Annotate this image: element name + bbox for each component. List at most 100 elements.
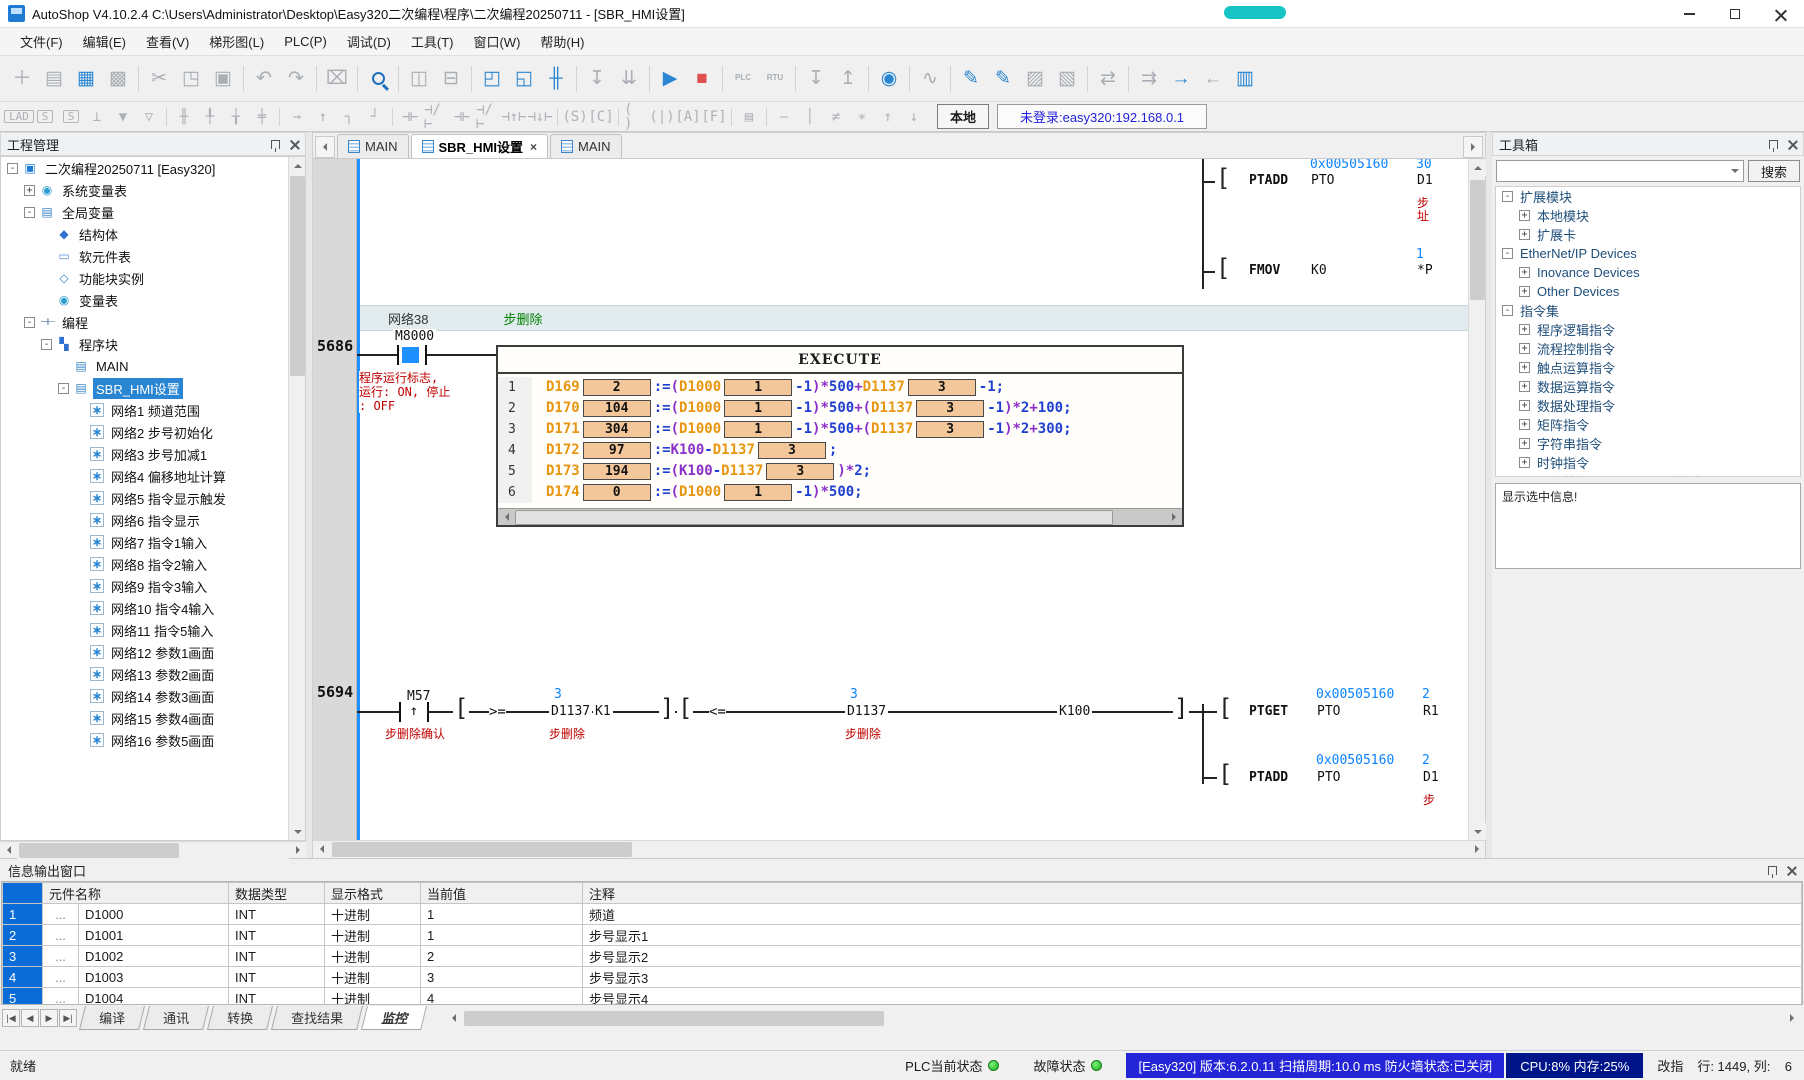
tree-item[interactable]: ∗网络3 步号加减1 [1, 443, 305, 465]
editor-tab[interactable]: SBR_HMI设置× [411, 134, 549, 158]
menu-item[interactable]: 查看(V) [136, 28, 199, 55]
tree-item[interactable]: ∗网络4 偏移地址计算 [1, 465, 305, 487]
contact-m57[interactable]: ↑ [399, 702, 429, 722]
tree-item[interactable]: ◇功能块实例 [1, 267, 305, 289]
tree-item[interactable]: +数据处理指令 [1496, 396, 1800, 415]
hline-del-button[interactable]: ≠ [823, 105, 849, 129]
live-value-box[interactable]: 304 [583, 421, 651, 438]
tree-item[interactable]: -扩展模块 [1496, 187, 1800, 206]
scroll-right-icon[interactable] [289, 842, 306, 859]
tree-item[interactable]: +流程控制指令 [1496, 339, 1800, 358]
close-button[interactable] [1758, 0, 1804, 28]
expand-toggle[interactable]: + [1519, 343, 1530, 354]
row-options-cell[interactable]: ... [43, 904, 79, 925]
expand-toggle[interactable]: - [7, 163, 18, 174]
tree-item[interactable]: +矩阵指令 [1496, 415, 1800, 434]
contact-label[interactable]: M8000 [393, 329, 436, 344]
tab-scroll-left-button[interactable] [315, 136, 335, 158]
expand-toggle[interactable]: + [1519, 229, 1530, 240]
editor-tab[interactable]: MAIN [550, 134, 622, 158]
func-instr-button[interactable]: [F] [701, 105, 727, 129]
expand-toggle[interactable]: + [1519, 400, 1530, 411]
expand-toggle[interactable]: - [58, 383, 69, 394]
live-value-box[interactable]: 0 [583, 484, 651, 501]
pin-icon[interactable] [1769, 140, 1778, 149]
operand[interactable]: PTO [1309, 173, 1336, 188]
scroll-down-icon[interactable] [289, 823, 306, 840]
align-vertical-button[interactable]: ⇉ [1133, 63, 1165, 95]
live-value-box[interactable]: 1 [724, 484, 792, 501]
row-options-cell[interactable]: ... [43, 988, 79, 1006]
login-status[interactable]: 未登录:easy320:192.168.0.1 [997, 104, 1207, 129]
scroll-left-icon[interactable] [498, 509, 515, 526]
tree-item[interactable]: +本地模块 [1496, 206, 1800, 225]
execute-hscrollbar[interactable] [498, 508, 1182, 525]
live-value-box[interactable]: 3 [766, 463, 834, 480]
local-mode-button[interactable]: 本地 [937, 104, 989, 129]
operand[interactable]: K100 [1057, 704, 1092, 719]
copy-button[interactable]: ◳ [175, 63, 207, 95]
tree-item[interactable]: ▤MAIN [1, 355, 305, 377]
new-file-button[interactable]: ＋ [6, 63, 38, 95]
table-row[interactable]: 2...D1001INT十进制1步号显示1 [3, 925, 1802, 946]
window-cascade-button[interactable]: ◰ [476, 63, 508, 95]
branch-merge-button[interactable]: ╪ [249, 105, 275, 129]
output-hscrollbar[interactable] [445, 1010, 1800, 1027]
expand-toggle[interactable]: + [1519, 457, 1530, 468]
pin-icon[interactable] [271, 140, 280, 149]
tree-item[interactable]: -▤全局变量 [1, 201, 305, 223]
instr-list-button[interactable]: ▤ [736, 105, 762, 129]
contact-m8000[interactable] [397, 345, 427, 365]
coil-inv-button[interactable]: (|) [649, 105, 675, 129]
editor-vscrollbar[interactable] [1468, 159, 1485, 840]
print-button[interactable]: ⊟ [435, 63, 467, 95]
tree-item[interactable]: +扩展卡 [1496, 225, 1800, 244]
output-tab[interactable]: 编译 [79, 1006, 145, 1030]
next-page-button[interactable]: ▶ [40, 1009, 58, 1027]
coil-counter-button[interactable]: [C] [588, 105, 614, 129]
operand[interactable]: D1137 [845, 704, 888, 719]
live-value-box[interactable]: 3 [916, 400, 984, 417]
row-delete-button[interactable]: ↓ [901, 105, 927, 129]
edit-monitor-button[interactable]: ✎ [987, 63, 1019, 95]
tree-item[interactable]: +MC轴控(EtherCAT&脉冲输出) [1496, 472, 1800, 477]
contact-no-button[interactable]: ⊣⊢ [397, 105, 423, 129]
scroll-up-icon[interactable] [289, 157, 306, 174]
expand-toggle[interactable]: - [1502, 191, 1513, 202]
compare-operator[interactable]: <= [709, 704, 726, 720]
branch-add-button[interactable]: ╁ [223, 105, 249, 129]
upload-button[interactable]: ↥ [832, 63, 864, 95]
watch-table[interactable]: 元件名称数据类型显示格式当前值注释1...D1000INT十进制1频道2...D… [1, 881, 1803, 1005]
branch-close-button[interactable]: ╀ [197, 105, 223, 129]
wire-corner-down-button[interactable]: ┐ [336, 105, 362, 129]
save-all-button[interactable]: ▩ [102, 63, 134, 95]
redo-button[interactable]: ↷ [280, 63, 312, 95]
tree-item[interactable]: ∗网络6 指令显示 [1, 509, 305, 531]
tree-item[interactable]: ∗网络12 参数1画面 [1, 641, 305, 663]
tree-item[interactable]: +数据运算指令 [1496, 377, 1800, 396]
tree-item[interactable]: ∗网络9 指令3输入 [1, 575, 305, 597]
tree-item[interactable]: ▭软元件表 [1, 245, 305, 267]
write-mode-button[interactable]: ✎ [955, 63, 987, 95]
row-options-cell[interactable]: ... [43, 967, 79, 988]
expand-toggle[interactable]: + [1519, 210, 1530, 221]
contact-fall-button[interactable]: ⊣↓⊢ [527, 105, 553, 129]
live-value-box[interactable]: 1 [724, 400, 792, 417]
tree-item[interactable]: ◉变量表 [1, 289, 305, 311]
wire-up-button[interactable]: ↑ [310, 105, 336, 129]
toolbox-search-button[interactable]: 搜索 [1748, 160, 1800, 182]
output-tab[interactable]: 转换 [207, 1006, 273, 1030]
close-panel-icon[interactable] [1788, 140, 1797, 149]
device-table-button[interactable]: ▥ [1229, 63, 1261, 95]
project-tree-hscrollbar[interactable] [0, 841, 306, 858]
menu-item[interactable]: 文件(F) [10, 28, 73, 55]
instruction-name[interactable]: PTADD [1249, 173, 1288, 188]
compile-button[interactable]: ↧ [581, 63, 613, 95]
expand-toggle[interactable]: - [1502, 248, 1513, 259]
live-value-box[interactable]: 194 [583, 463, 651, 480]
monitor-button[interactable]: ◉ [873, 63, 905, 95]
output-tab[interactable]: 通讯 [143, 1006, 209, 1030]
tree-item[interactable]: ∗网络13 参数2画面 [1, 663, 305, 685]
download-button[interactable]: ↧ [800, 63, 832, 95]
tree-item[interactable]: ◆结构体 [1, 223, 305, 245]
